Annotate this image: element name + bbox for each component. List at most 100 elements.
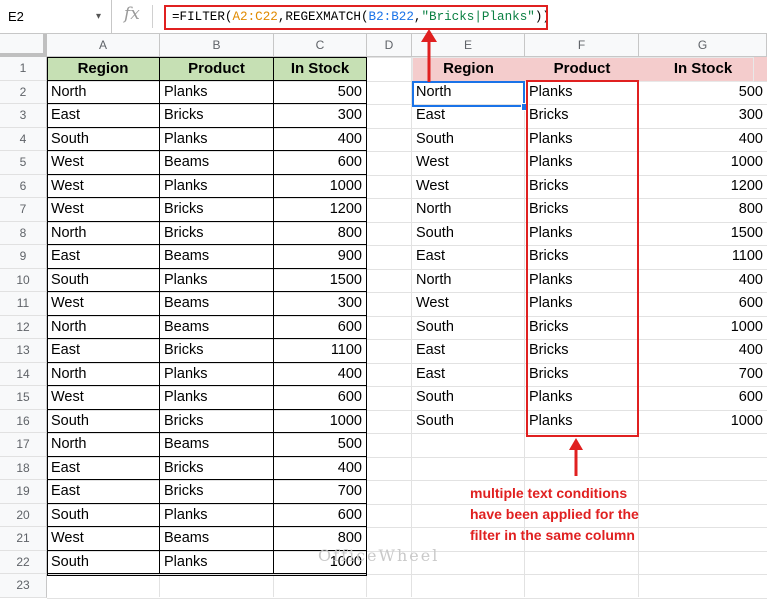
source-header-cell[interactable]: In Stock xyxy=(274,57,367,81)
source-table-cell[interactable]: West xyxy=(47,198,160,222)
source-header-cell[interactable]: Product xyxy=(160,57,274,81)
source-table-cell[interactable]: North xyxy=(47,221,160,245)
source-table-cell[interactable]: Planks xyxy=(160,174,274,198)
source-table-cell[interactable]: 900 xyxy=(274,245,367,269)
result-table-cell[interactable]: 1000 xyxy=(639,410,767,434)
name-box[interactable]: E2 ▾ xyxy=(0,0,112,33)
source-table-cell[interactable]: North xyxy=(47,80,160,104)
result-table-cell[interactable]: 400 xyxy=(639,128,767,152)
result-table-cell[interactable]: 400 xyxy=(639,339,767,363)
column-header-c[interactable]: C xyxy=(274,34,367,57)
row-header[interactable]: 10 xyxy=(0,268,47,292)
source-table-cell[interactable]: Planks xyxy=(160,503,274,527)
source-table-cell[interactable]: 400 xyxy=(274,456,367,480)
source-table-cell[interactable]: East xyxy=(47,480,160,504)
row-header[interactable]: 8 xyxy=(0,221,47,245)
row-header[interactable]: 16 xyxy=(0,409,47,433)
row-header[interactable]: 7 xyxy=(0,198,47,222)
result-table-cell[interactable]: East xyxy=(412,363,525,387)
source-table-cell[interactable]: 1200 xyxy=(274,198,367,222)
source-table-cell[interactable]: West xyxy=(47,151,160,175)
source-table-cell[interactable]: North xyxy=(47,315,160,339)
source-table-cell[interactable]: Beams xyxy=(160,315,274,339)
row-header[interactable]: 11 xyxy=(0,292,47,316)
row-header[interactable]: 4 xyxy=(0,127,47,151)
result-table-cell[interactable]: West xyxy=(412,151,525,175)
result-table-cell[interactable]: East xyxy=(412,245,525,269)
source-table-cell[interactable]: North xyxy=(47,433,160,457)
source-table-cell[interactable]: 1000 xyxy=(274,174,367,198)
row-header[interactable]: 15 xyxy=(0,386,47,410)
row-header[interactable]: 17 xyxy=(0,433,47,457)
column-header-d[interactable]: D xyxy=(367,34,412,57)
result-table-cell[interactable]: 600 xyxy=(639,386,767,410)
column-header-g[interactable]: G xyxy=(639,34,767,57)
source-table-cell[interactable]: Planks xyxy=(160,386,274,410)
row-header[interactable]: 23 xyxy=(0,574,47,598)
result-header-cell[interactable]: Product xyxy=(525,57,639,81)
row-header[interactable]: 5 xyxy=(0,151,47,175)
result-table-cell[interactable]: South xyxy=(412,386,525,410)
source-table-cell[interactable]: 1100 xyxy=(274,339,367,363)
source-table-cell[interactable]: 1500 xyxy=(274,268,367,292)
source-table-cell[interactable]: South xyxy=(47,268,160,292)
source-table-cell[interactable]: Bricks xyxy=(160,456,274,480)
row-header[interactable]: 14 xyxy=(0,362,47,386)
source-table-cell[interactable]: 600 xyxy=(274,386,367,410)
source-table-cell[interactable]: 600 xyxy=(274,503,367,527)
source-table-cell[interactable]: Planks xyxy=(160,127,274,151)
source-header-cell[interactable]: Region xyxy=(47,57,160,81)
source-table-cell[interactable]: Beams xyxy=(160,527,274,551)
result-table-cell[interactable]: 300 xyxy=(639,104,767,128)
result-table-cell[interactable]: West xyxy=(412,175,525,199)
source-table-cell[interactable]: 700 xyxy=(274,480,367,504)
source-table-cell[interactable]: Bricks xyxy=(160,198,274,222)
source-table-cell[interactable]: West xyxy=(47,174,160,198)
result-header-cell[interactable]: In Stock xyxy=(639,57,767,81)
row-header[interactable]: 18 xyxy=(0,456,47,480)
source-table-cell[interactable]: West xyxy=(47,527,160,551)
source-table-cell[interactable]: Planks xyxy=(160,80,274,104)
source-table-cell[interactable]: Beams xyxy=(160,292,274,316)
source-table-cell[interactable]: 400 xyxy=(274,127,367,151)
source-table-cell[interactable]: East xyxy=(47,245,160,269)
row-header[interactable]: 1 xyxy=(0,57,47,81)
source-table-cell[interactable]: Bricks xyxy=(160,104,274,128)
source-table-cell[interactable]: Beams xyxy=(160,151,274,175)
result-table-cell[interactable]: North xyxy=(412,269,525,293)
source-table-cell[interactable]: 800 xyxy=(274,221,367,245)
result-table-cell[interactable]: West xyxy=(412,292,525,316)
chevron-down-icon[interactable]: ▾ xyxy=(96,0,101,33)
result-table-cell[interactable]: 700 xyxy=(639,363,767,387)
source-table-cell[interactable]: East xyxy=(47,104,160,128)
source-table-cell[interactable]: West xyxy=(47,292,160,316)
result-table-cell[interactable]: 1500 xyxy=(639,222,767,246)
source-table-cell[interactable]: Bricks xyxy=(160,409,274,433)
result-table-cell[interactable]: North xyxy=(412,198,525,222)
result-table-cell[interactable]: South xyxy=(412,222,525,246)
row-header[interactable]: 2 xyxy=(0,80,47,104)
result-table-cell[interactable]: 800 xyxy=(639,198,767,222)
source-table-cell[interactable]: Planks xyxy=(160,362,274,386)
result-table-cell[interactable]: South xyxy=(412,410,525,434)
source-table-cell[interactable]: East xyxy=(47,456,160,480)
row-header[interactable]: 19 xyxy=(0,480,47,504)
result-table-cell[interactable]: 1100 xyxy=(639,245,767,269)
select-all-corner[interactable] xyxy=(0,34,47,57)
source-table-cell[interactable]: South xyxy=(47,550,160,574)
result-table-cell[interactable]: East xyxy=(412,104,525,128)
source-table-cell[interactable]: East xyxy=(47,339,160,363)
column-header-a[interactable]: A xyxy=(47,34,160,57)
row-header[interactable]: 22 xyxy=(0,550,47,574)
source-table-cell[interactable]: Bricks xyxy=(160,339,274,363)
row-header[interactable]: 12 xyxy=(0,315,47,339)
row-header[interactable]: 3 xyxy=(0,104,47,128)
result-table-cell[interactable]: East xyxy=(412,339,525,363)
source-table-cell[interactable]: West xyxy=(47,386,160,410)
source-table-cell[interactable]: Planks xyxy=(160,550,274,574)
source-table-cell[interactable]: Bricks xyxy=(160,480,274,504)
source-table-cell[interactable]: 1000 xyxy=(274,409,367,433)
source-table-cell[interactable]: Beams xyxy=(160,433,274,457)
column-header-b[interactable]: B xyxy=(160,34,274,57)
row-header[interactable]: 9 xyxy=(0,245,47,269)
